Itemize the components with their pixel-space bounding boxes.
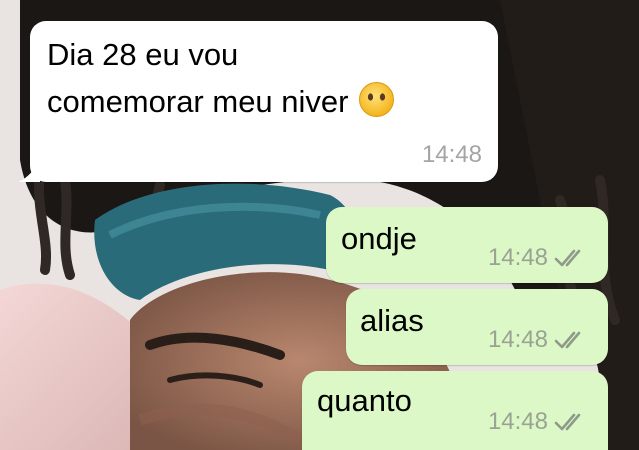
message-meta: 14:48 (488, 408, 586, 439)
message-text: alias (360, 303, 424, 338)
message-text-line: Dia 28 eu vou (47, 37, 239, 72)
bubble-tail (18, 160, 40, 182)
double-check-read-icon (554, 411, 586, 439)
message-timestamp: 14:48 (421, 141, 482, 168)
double-check-read-icon (554, 247, 586, 275)
double-check-read-icon (554, 329, 586, 357)
message-meta: 14:48 (488, 244, 586, 275)
message-timestamp: 14:48 (487, 244, 548, 271)
outgoing-message-bubble[interactable]: alias 14:48 (346, 289, 608, 365)
message-text-line: comemorar meu niver (47, 78, 395, 131)
message-text: ondje (341, 221, 417, 256)
message-text: quanto (317, 383, 412, 418)
outgoing-message-bubble[interactable]: quanto 14:48 (302, 371, 608, 450)
message-meta: 14:48 (488, 326, 586, 357)
message-timestamp: 14:48 (487, 326, 548, 353)
incoming-message-bubble[interactable]: Dia 28 eu vou comemorar meu niver 14:48 (18, 21, 498, 182)
message-text: comemorar meu niver (47, 84, 349, 119)
message-timestamp: 14:48 (487, 408, 548, 435)
outgoing-message-bubble[interactable]: ondje 14:48 (326, 207, 608, 283)
neutral-face-no-mouth-emoji-icon (358, 81, 395, 131)
